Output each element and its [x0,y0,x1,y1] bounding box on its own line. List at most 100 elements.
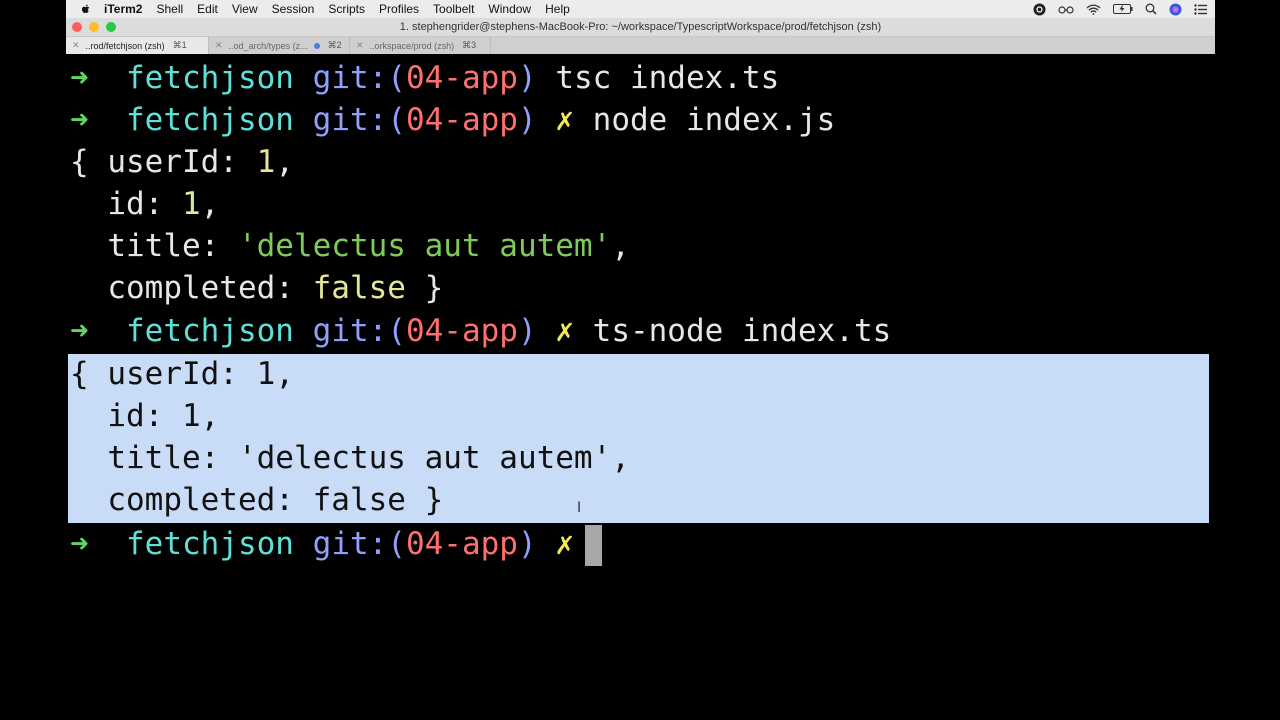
prompt-branch: 04-app [405,526,518,562]
command-text: node index.js [592,102,836,138]
output-value: 'delectus aut autem' [237,228,612,264]
close-window-button[interactable] [72,22,82,32]
menu-help[interactable]: Help [545,2,570,16]
output-value: 'delectus aut autem' [237,440,612,476]
prompt-git-prefix: git:( [312,313,406,349]
menu-session[interactable]: Session [272,2,315,16]
output-value: false [312,482,406,518]
prompt-branch: 04-app [405,60,518,96]
minimize-window-button[interactable] [89,22,99,32]
output-value: false [312,270,406,306]
output-key: userId: [107,144,257,180]
menu-bar: iTerm2 Shell Edit View Session Scripts P… [66,0,1215,18]
tab-bar: ✕ ..rod/fetchjson (zsh) ⌘1 ✕ ..od_arch/t… [66,37,1215,54]
window-titlebar[interactable]: 1. stephengrider@stephens-MacBook-Pro: ~… [66,18,1215,37]
window-title: 1. stephengrider@stephens-MacBook-Pro: ~… [399,21,882,33]
close-icon[interactable]: ✕ [72,40,80,51]
terminal-block-cursor[interactable] [585,525,602,566]
output-brace: } [405,482,444,518]
output-value: 1 [256,144,276,180]
command-text: ts-node index.ts [592,313,892,349]
close-icon[interactable]: ✕ [356,40,364,51]
tab-prod[interactable]: ✕ ..orkspace/prod (zsh) ⌘3 [350,37,491,54]
prompt-dir: fetchjson [126,526,294,562]
selected-output-line: title: 'delectus aut autem', [70,437,630,479]
output-line: { userId: 1, [70,141,294,183]
dirty-mark-icon: ✗ [555,313,574,349]
notification-center-icon[interactable] [1194,3,1207,15]
prompt-dir: fetchjson [126,60,294,96]
output-line: id: 1, [70,183,219,225]
prompt-git-suffix: ) [517,102,537,138]
mouse-ibeam-cursor-icon: I [577,500,582,516]
output-brace: { [70,356,108,392]
prompt-arrow-icon: ➜ [70,102,89,138]
output-line: title: 'delectus aut autem', [70,225,630,267]
zoom-window-button[interactable] [106,22,116,32]
status-icons [1021,3,1207,16]
menu-shell[interactable]: Shell [156,2,183,16]
prompt-git-suffix: ) [517,526,537,562]
wifi-icon[interactable] [1086,4,1101,15]
close-icon[interactable]: ✕ [215,40,223,51]
output-comma: , [275,356,294,392]
output-key: title: [70,228,238,264]
battery-icon[interactable] [1113,4,1133,14]
menu-scripts[interactable]: Scripts [328,2,365,16]
output-value: 1 [181,186,201,222]
menu-view[interactable]: View [232,2,258,16]
output-comma: , [275,144,294,180]
activity-dot-icon [313,42,320,49]
prompt-branch: 04-app [405,102,518,138]
tab-fetchjson[interactable]: ✕ ..rod/fetchjson (zsh) ⌘1 [66,37,209,54]
output-key: completed: [70,270,313,306]
output-comma: , [611,440,630,476]
tab-types[interactable]: ✕ ..od_arch/types (z... ⌘2 [209,37,350,54]
prompt-line: ➜ fetchjson git:(04-app) ✗ ts-node index… [70,310,891,352]
apple-icon[interactable] [80,3,92,15]
output-brace: { [70,144,108,180]
terminal-pane[interactable]: ➜ fetchjson git:(04-app) tsc index.ts ➜ … [66,55,1215,720]
prompt-git-suffix: ) [517,313,537,349]
creative-cloud-icon[interactable] [1033,3,1046,16]
menu-window[interactable]: Window [488,2,531,16]
prompt-arrow-icon: ➜ [70,60,89,96]
tab-shortcut: ⌘1 [172,40,187,50]
prompt-git-prefix: git:( [312,526,406,562]
glasses-icon[interactable] [1058,4,1074,14]
prompt-git-prefix: git:( [312,102,406,138]
prompt-dir: fetchjson [126,313,294,349]
output-comma: , [200,398,220,434]
command-text: tsc index.ts [555,60,780,96]
tab-label: ..od_arch/types (z... [228,40,308,51]
tab-shortcut: ⌘3 [462,40,477,50]
output-key: id: [70,186,182,222]
menu-app-name[interactable]: iTerm2 [104,2,142,16]
prompt-arrow-icon: ➜ [70,313,89,349]
output-key: title: [70,440,238,476]
prompt-git-prefix: git:( [312,60,406,96]
spotlight-search-icon[interactable] [1145,3,1157,15]
prompt-line-current[interactable]: ➜ fetchjson git:(04-app) ✗ [70,523,574,565]
menu-edit[interactable]: Edit [197,2,218,16]
siri-icon[interactable] [1169,3,1182,16]
tab-shortcut: ⌘2 [327,40,342,50]
output-value: 1 [256,356,276,392]
output-value: 1 [181,398,201,434]
selected-output-line: { userId: 1, [70,353,294,395]
output-comma: , [200,186,220,222]
menu-toolbelt[interactable]: Toolbelt [433,2,474,16]
output-line: completed: false } [70,267,443,309]
prompt-dir: fetchjson [126,102,294,138]
prompt-line: ➜ fetchjson git:(04-app) ✗ node index.js [70,99,835,141]
output-key: userId: [107,356,257,392]
traffic-lights [72,22,123,32]
selected-output-line: id: 1, [70,395,219,437]
prompt-line: ➜ fetchjson git:(04-app) tsc index.ts [70,57,779,99]
output-brace: } [405,270,444,306]
dirty-mark-icon: ✗ [555,526,574,562]
prompt-arrow-icon: ➜ [70,526,89,562]
prompt-branch: 04-app [405,313,518,349]
menu-profiles[interactable]: Profiles [379,2,419,16]
output-key: completed: [70,482,313,518]
